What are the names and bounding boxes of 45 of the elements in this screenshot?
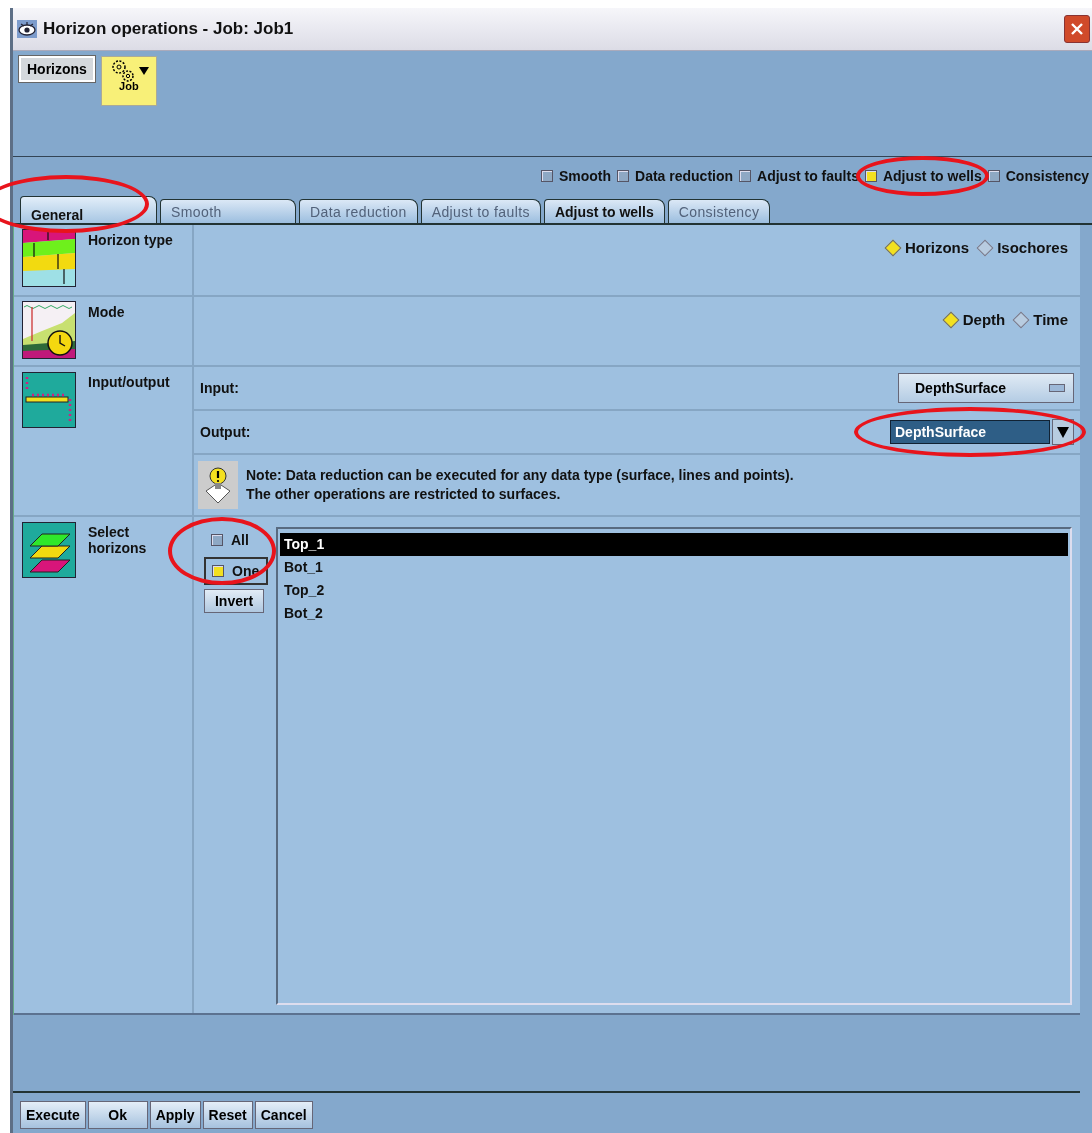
radio-option[interactable]: Depth xyxy=(944,311,1006,328)
radio-option[interactable]: Horizons xyxy=(886,239,970,256)
output-field[interactable]: DepthSurface xyxy=(890,420,1050,444)
section-label: Select horizons xyxy=(88,523,148,558)
action-button[interactable]: Ok xyxy=(87,1101,148,1129)
radio-option[interactable]: Time xyxy=(1015,311,1068,328)
action-button[interactable]: Execute xyxy=(20,1101,86,1129)
note-text: The other operations are restricted to surfaces. xyxy=(246,485,562,504)
caret-icon xyxy=(1057,425,1069,439)
input-dropdown[interactable]: DepthSurface xyxy=(898,373,1074,403)
list-item[interactable]: Bot_1 xyxy=(280,556,1068,579)
input-output-icon xyxy=(22,371,76,429)
eye-icon xyxy=(17,20,37,38)
field-label: Output: xyxy=(200,424,251,440)
list-item[interactable]: Top_1 xyxy=(280,533,1068,556)
list-item[interactable]: Top_2 xyxy=(280,579,1068,602)
caret-icon xyxy=(138,66,149,76)
lightbulb-icon xyxy=(198,461,238,509)
action-button[interactable]: Apply xyxy=(149,1101,201,1129)
mode-toggle[interactable]: All xyxy=(204,527,268,553)
depth-time-icon xyxy=(22,301,76,359)
job-button[interactable]: Job xyxy=(100,56,157,106)
action-button[interactable]: Cancel xyxy=(254,1101,313,1129)
section-label: Horizon type xyxy=(88,231,174,250)
section-label: Mode xyxy=(88,303,126,322)
tab[interactable]: General xyxy=(20,196,157,223)
tab[interactable]: Adjust to wells xyxy=(543,199,665,223)
note-text: Note: Data reduction can be executed for any data type (surface, lines and points). xyxy=(246,466,794,485)
field-label: Input: xyxy=(200,380,239,396)
operation-checkbox[interactable]: Adjust to wells xyxy=(864,168,982,184)
stacked-layers-icon xyxy=(22,521,76,579)
layers-icon xyxy=(22,229,76,287)
operation-checkbox[interactable]: Smooth xyxy=(540,168,612,184)
operation-checkbox[interactable]: Data reduction xyxy=(617,168,734,184)
dropdown-button[interactable] xyxy=(1052,419,1074,445)
invert-button[interactable]: Invert xyxy=(204,589,264,613)
radio-option[interactable]: Isochores xyxy=(979,239,1068,256)
close-button[interactable] xyxy=(1064,15,1090,43)
list-item[interactable]: Bot_2 xyxy=(280,602,1068,625)
close-icon xyxy=(1069,21,1085,37)
section-label: Input/output xyxy=(88,373,171,392)
horizons-button[interactable]: Horizons xyxy=(19,56,95,82)
operation-checkbox[interactable]: Consistency xyxy=(987,168,1089,184)
action-button[interactable]: Reset xyxy=(202,1101,253,1129)
window-title: Horizon operations - Job: Job1 xyxy=(43,19,294,39)
